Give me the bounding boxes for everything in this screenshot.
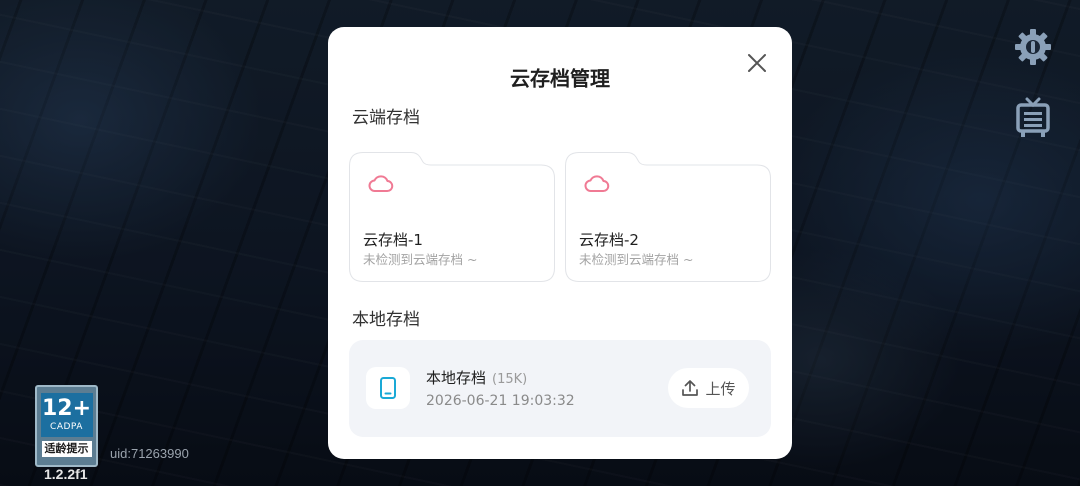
local-save-info: 本地存档 (15K) <box>426 367 527 388</box>
phone-icon <box>380 377 396 399</box>
local-save-name: 本地存档 <box>426 369 487 387</box>
cloud-slot-status: 未检测到云端存档 ~ <box>363 252 478 267</box>
version-label: 1.2.2f1 <box>44 466 88 482</box>
age-rating-org: CADPA <box>50 422 83 432</box>
local-save-size: (15K) <box>492 372 528 387</box>
cloud-icon <box>584 175 610 192</box>
local-save-card: 本地存档 (15K) 2026-06-21 19:03:32 上传 <box>349 340 771 437</box>
cloud-slot-status: 未检测到云端存档 ~ <box>579 252 694 267</box>
close-button[interactable] <box>742 48 772 78</box>
dialog-title: 云存档管理 <box>510 66 610 91</box>
cloud-save-dialog: 云存档管理 云端存档 云存档-1 未检测到云端存档 ~ 云存档-2 未检测到云端… <box>328 27 792 459</box>
settings-button[interactable] <box>1012 26 1054 68</box>
cloud-slot-2[interactable]: 云存档-2 未检测到云端存档 ~ <box>565 152 771 282</box>
age-rating-tip: 适龄提示 <box>41 441 92 457</box>
notice-board-icon <box>1016 97 1050 137</box>
uid-label: uid:71263990 <box>110 446 189 461</box>
upload-button-label: 上传 <box>705 379 736 398</box>
cloud-slot-name: 云存档-1 <box>363 231 423 249</box>
local-save-time: 2026-06-21 19:03:32 <box>426 393 575 409</box>
cloud-section-title: 云端存档 <box>352 108 420 128</box>
gear-icon <box>1015 29 1051 65</box>
close-icon <box>748 54 766 72</box>
local-section-title: 本地存档 <box>352 310 420 330</box>
age-rating-number: 12+ <box>41 396 92 421</box>
upload-icon <box>682 380 699 396</box>
device-icon-box <box>366 367 410 409</box>
cloud-slot-name: 云存档-2 <box>579 231 639 249</box>
cloud-slot-1[interactable]: 云存档-1 未检测到云端存档 ~ <box>349 152 555 282</box>
notice-button[interactable] <box>1014 96 1052 140</box>
age-rating-panel: 12+ CADPA <box>40 393 93 437</box>
age-rating-badge: 12+ CADPA 适龄提示 <box>35 385 98 467</box>
cloud-icon <box>368 175 394 192</box>
upload-button[interactable]: 上传 <box>668 368 749 408</box>
